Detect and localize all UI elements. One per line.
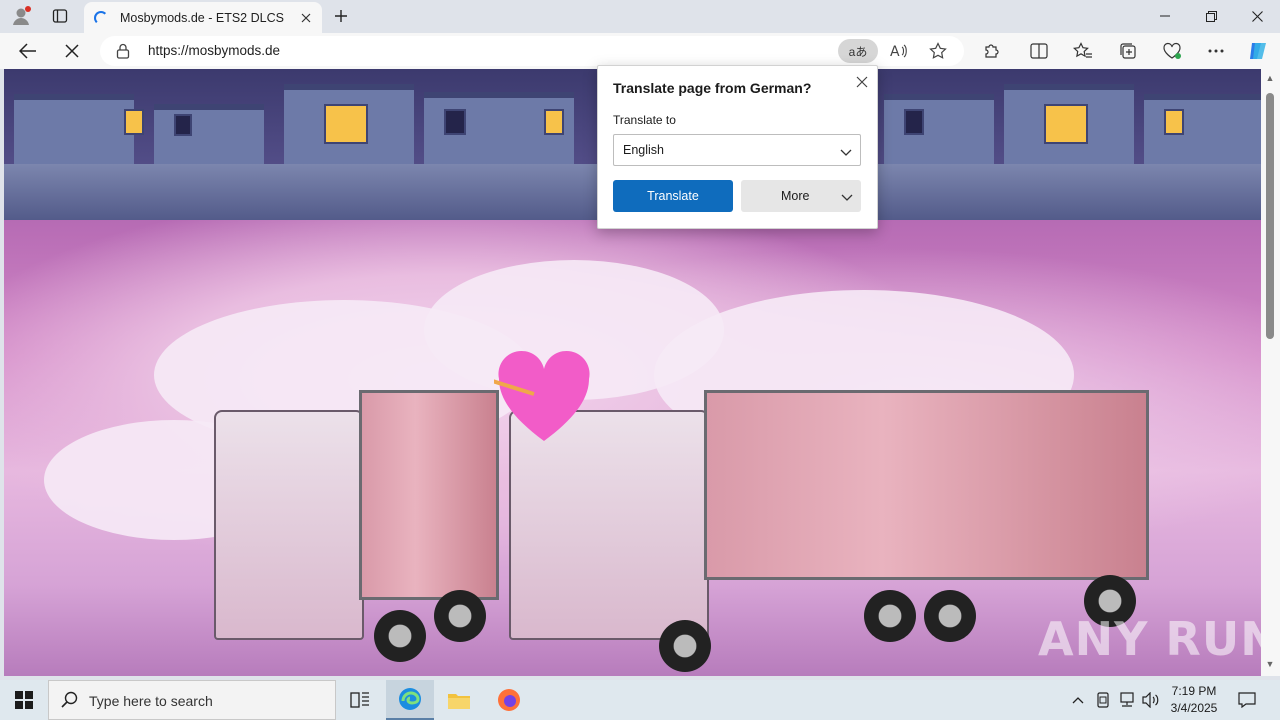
profile-icon[interactable] [6, 4, 36, 28]
favorite-star-icon[interactable] [923, 39, 953, 63]
search-icon [61, 691, 79, 714]
volume-icon[interactable] [1141, 690, 1161, 710]
taskbar-search[interactable]: Type here to search [48, 680, 336, 720]
page-scrollbar[interactable]: ▲ ▼ [1261, 69, 1280, 676]
extensions-icon[interactable] [975, 36, 1007, 66]
popup-close-icon[interactable] [852, 72, 872, 92]
notifications-icon[interactable] [1232, 688, 1262, 712]
tab-close-icon[interactable] [294, 6, 318, 30]
language-select[interactable]: English [613, 134, 861, 166]
more-button-label: More [781, 189, 810, 203]
firefox-icon[interactable] [485, 680, 533, 720]
system-clock[interactable]: 7:19 PM 3/4/2025 [1162, 683, 1226, 717]
tab-title: Mosbymods.de - ETS2 DLCS [120, 10, 284, 25]
selected-language: English [623, 143, 664, 157]
loading-spinner-icon [94, 10, 108, 25]
device-icon[interactable] [1093, 690, 1113, 710]
translate-to-label: Translate to [613, 113, 676, 127]
clock-time: 7:19 PM [1171, 684, 1217, 698]
search-placeholder: Type here to search [89, 693, 213, 709]
translate-icon[interactable]: aあ [838, 39, 878, 63]
chevron-down-icon [840, 144, 852, 162]
windows-taskbar: Type here to search 7:19 PM 3/4/2025 [0, 680, 1280, 720]
close-window-button[interactable] [1234, 0, 1280, 32]
scroll-up-icon[interactable]: ▲ [1265, 73, 1275, 83]
hero-truck-image [4, 220, 1261, 676]
split-screen-icon[interactable] [1023, 36, 1055, 66]
file-explorer-icon[interactable] [435, 680, 483, 720]
tab-mosbymods[interactable]: Mosbymods.de - ETS2 DLCS [84, 2, 322, 33]
anyrun-watermark: ANY RUN [1038, 612, 1280, 666]
favorites-icon[interactable] [1067, 36, 1099, 66]
restore-button[interactable] [1188, 0, 1234, 32]
new-tab-button[interactable] [328, 4, 354, 28]
clock-date: 3/4/2025 [1170, 701, 1218, 715]
heart-icon [494, 350, 590, 441]
title-bar: Mosbymods.de - ETS2 DLCS [0, 0, 1280, 33]
popup-title: Translate page from German? [613, 80, 812, 96]
stop-loading-button[interactable] [56, 36, 88, 66]
translate-popup: Translate page from German? Translate to… [597, 65, 878, 229]
svg-text:A: A [890, 44, 900, 59]
settings-more-icon[interactable] [1200, 36, 1232, 66]
browser-essentials-icon[interactable] [1156, 36, 1188, 66]
translate-button[interactable]: Translate [613, 180, 733, 212]
back-button[interactable] [12, 36, 44, 66]
url-text[interactable]: https://mosbymods.de [148, 43, 280, 58]
address-bar[interactable]: https://mosbymods.de aあ A [100, 36, 964, 66]
edge-taskbar-icon[interactable] [386, 680, 434, 720]
copilot-icon[interactable] [1242, 36, 1274, 66]
lock-icon[interactable] [116, 43, 130, 64]
browser-toolbar: https://mosbymods.de aあ A [0, 33, 1280, 69]
task-view-icon[interactable] [336, 680, 384, 720]
start-button[interactable] [0, 680, 48, 720]
chevron-up-icon[interactable] [1068, 690, 1088, 710]
tab-actions-icon[interactable] [45, 4, 75, 28]
scroll-thumb[interactable] [1266, 93, 1274, 339]
chevron-down-icon [841, 189, 853, 207]
scroll-down-icon[interactable]: ▼ [1265, 659, 1275, 669]
minimize-button[interactable] [1142, 0, 1188, 32]
more-button[interactable]: More [741, 180, 861, 212]
read-aloud-icon[interactable]: A [884, 39, 914, 63]
network-icon[interactable] [1117, 690, 1137, 710]
collections-icon[interactable] [1112, 36, 1144, 66]
